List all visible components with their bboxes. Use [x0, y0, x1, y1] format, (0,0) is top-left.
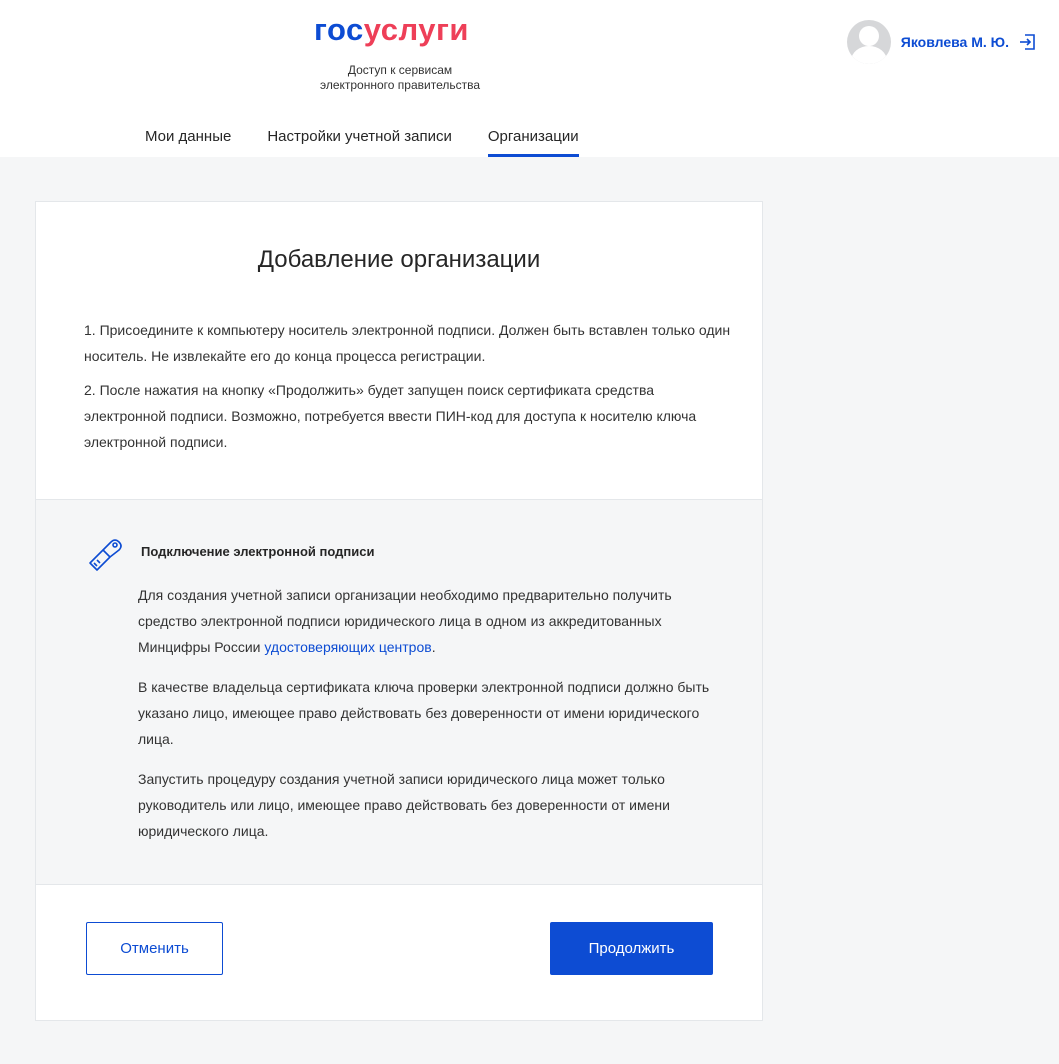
step-2-text: 2. После нажатия на кнопку «Продолжить» … — [84, 382, 697, 450]
page-title: Добавление организации — [257, 246, 541, 273]
add-organization-card: Добавление организации 1. Присоедините к… — [35, 201, 763, 1021]
tagline: Доступ к сервисам электронного правитель… — [270, 63, 530, 93]
logout-icon[interactable] — [1019, 33, 1037, 51]
step-1-text: 1. Присоедините к компьютеру носитель эл… — [84, 322, 731, 364]
info-text: Для создания учетной записи организации … — [138, 582, 718, 858]
signature-info-panel: Подключение электронной подписи Для созд… — [36, 499, 762, 885]
info-paragraph-3: Запустить процедуру создания учетной зап… — [138, 771, 670, 839]
info-title: Подключение электронной подписи — [141, 544, 375, 559]
user-menu[interactable]: Яковлева М. Ю. — [846, 20, 1037, 64]
cancel-button[interactable]: Отменить — [86, 922, 223, 975]
info-paragraph-1-end: . — [431, 639, 436, 655]
avatar-body-shape — [850, 46, 887, 64]
header: госуслуги Доступ к сервисам электронного… — [0, 0, 1059, 157]
tab-my-data[interactable]: Мои данные — [145, 128, 231, 157]
tagline-line-2: электронного правительства — [319, 78, 481, 92]
gosuslugi-logo[interactable]: госуслуги — [314, 10, 469, 50]
avatar-head-shape — [858, 26, 879, 46]
tab-account-settings[interactable]: Настройки учетной записи — [267, 128, 452, 157]
instruction-steps: 1. Присоедините к компьютеру носитель эл… — [84, 317, 734, 463]
usb-key-icon — [87, 533, 125, 573]
info-paragraph-2: В качестве владельца сертификата ключа п… — [138, 679, 710, 747]
account-tabs: Мои данные Настройки учетной записи Орга… — [145, 128, 579, 157]
continue-button[interactable]: Продолжить — [550, 922, 713, 975]
tagline-line-1: Доступ к сервисам — [347, 63, 453, 77]
logo-part-gos: гос — [314, 12, 364, 47]
avatar[interactable] — [846, 20, 891, 64]
tab-organizations[interactable]: Организации — [487, 128, 579, 157]
logo-part-uslugi: услуги — [363, 12, 469, 47]
certification-centers-link[interactable]: удостоверяющих центров — [264, 639, 431, 655]
info-paragraph-1: Для создания учетной записи организации … — [138, 582, 718, 660]
user-name-link[interactable]: Яковлева М. Ю. — [901, 34, 1009, 50]
